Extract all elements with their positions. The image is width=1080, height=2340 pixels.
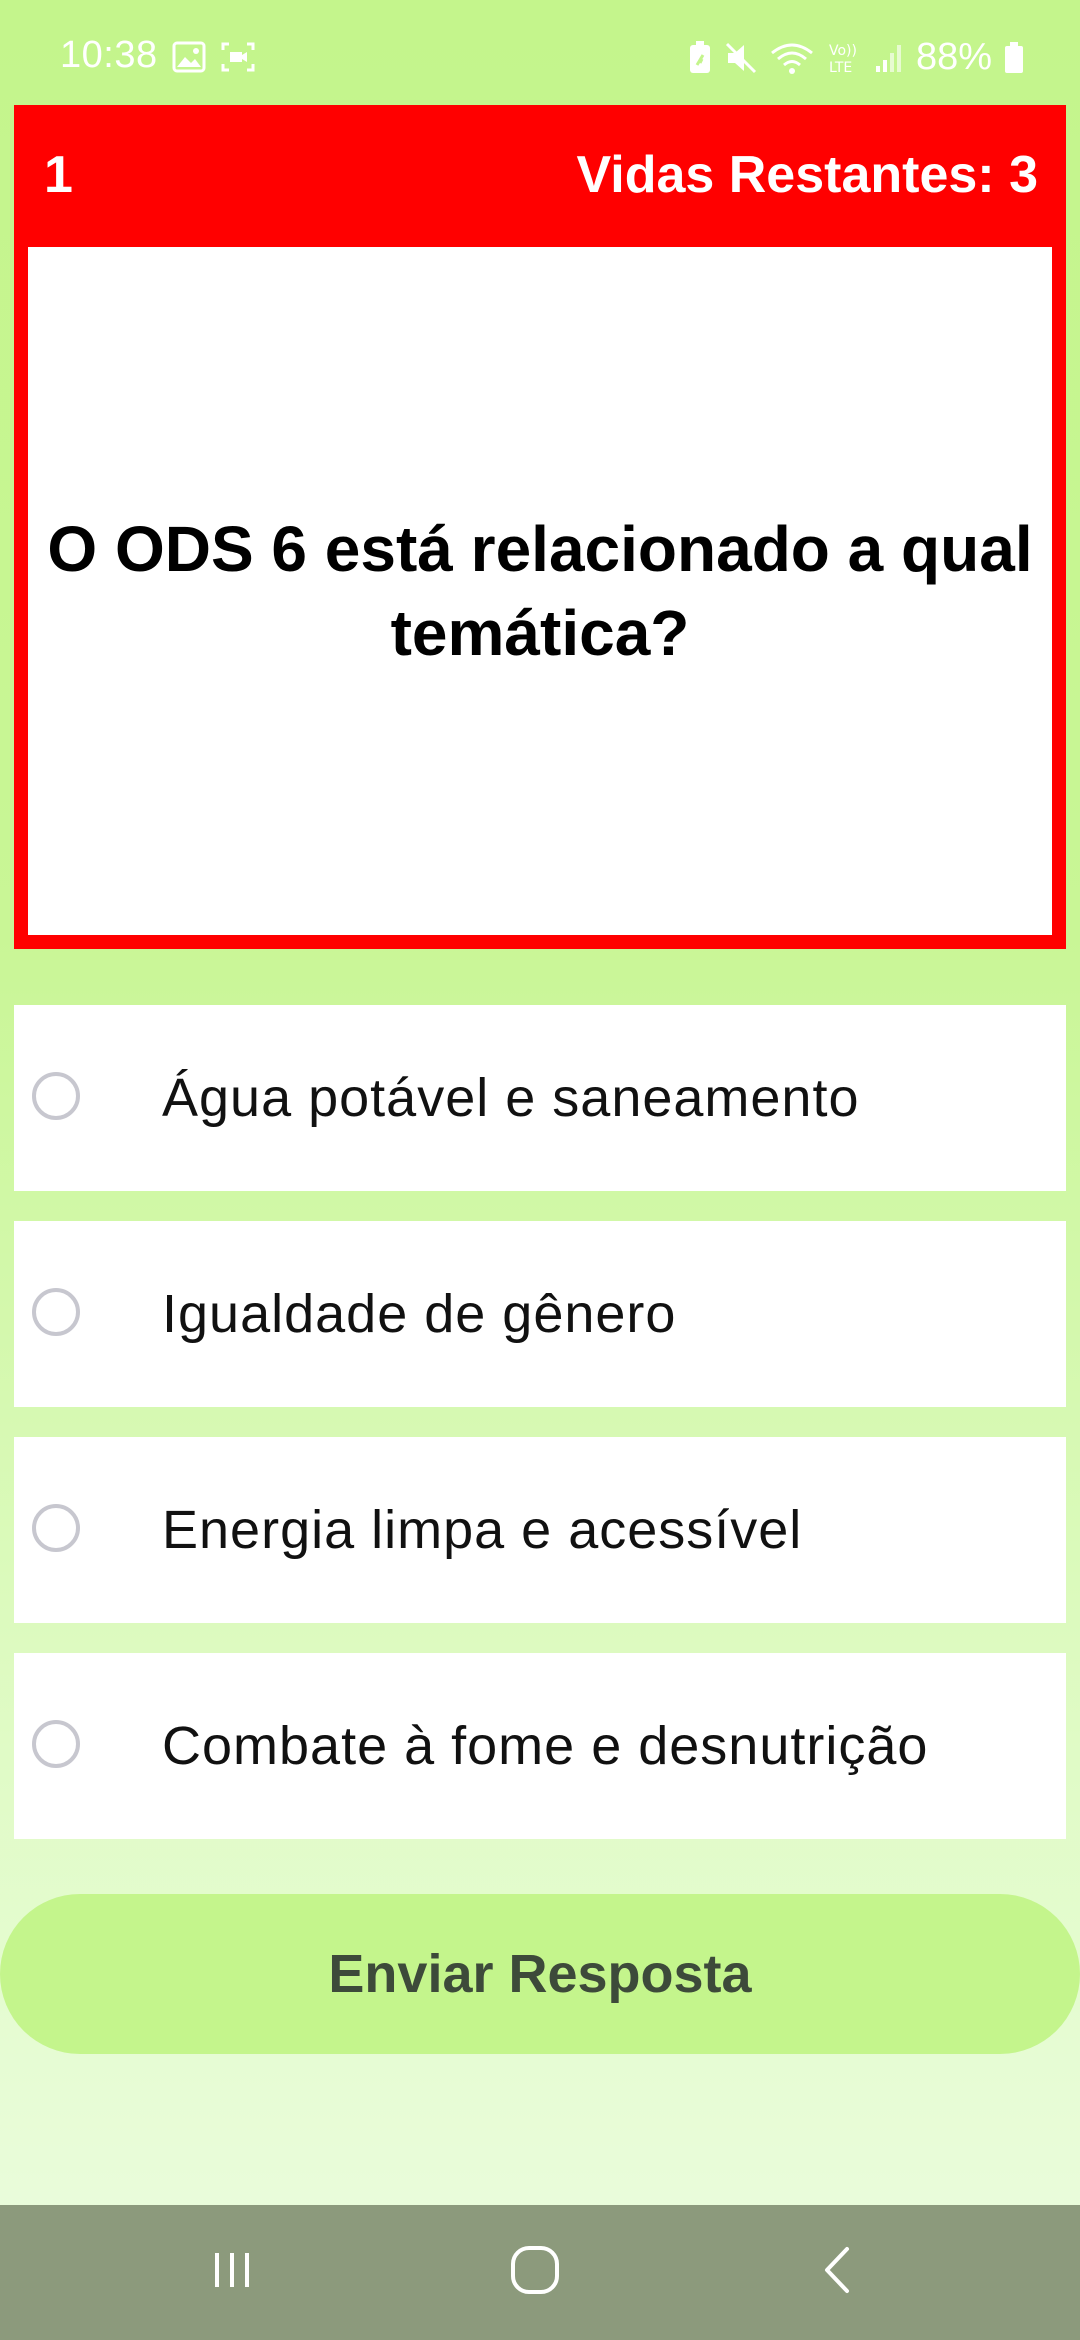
option-label: Energia limpa e acessível	[162, 1500, 803, 1560]
svg-text:Vo)): Vo))	[829, 43, 857, 59]
answer-option[interactable]: Igualdade de gênero	[14, 1221, 1066, 1407]
mute-icon	[724, 41, 758, 75]
answer-option[interactable]: Combate à fome e desnutrição	[14, 1653, 1066, 1839]
radio-button[interactable]	[32, 1288, 80, 1336]
answer-option[interactable]: Energia limpa e acessível	[14, 1437, 1066, 1623]
recent-apps-button[interactable]	[132, 2205, 332, 2340]
volte-icon: Vo)) LTE	[826, 40, 862, 76]
quiz-header: 1 Vidas Restantes: 3	[14, 105, 1066, 245]
question-card: O ODS 6 está relacionado a qual temática…	[14, 245, 1066, 949]
question-panel: O ODS 6 está relacionado a qual temática…	[28, 247, 1052, 935]
home-button[interactable]	[435, 2205, 635, 2340]
status-bar: 10:38 Vo)) LTE 88%	[0, 0, 1080, 100]
back-button[interactable]	[738, 2205, 938, 2340]
radio-button[interactable]	[32, 1504, 80, 1552]
battery-saver-icon	[688, 40, 712, 75]
submit-button-label: Enviar Resposta	[328, 1944, 752, 2004]
score-counter: 1	[44, 146, 73, 204]
status-right-icons: Vo)) LTE 88%	[688, 36, 1024, 79]
status-time: 10:38	[60, 34, 158, 76]
recent-apps-icon	[207, 2245, 257, 2300]
image-icon	[172, 40, 206, 83]
signal-icon	[874, 42, 904, 74]
answer-option[interactable]: Água potável e saneamento	[14, 1005, 1066, 1191]
back-icon	[813, 2243, 863, 2302]
battery-percentage: 88%	[915, 36, 992, 78]
wifi-icon	[770, 41, 814, 75]
option-label: Igualdade de gênero	[162, 1284, 677, 1344]
option-label: Combate à fome e desnutrição	[162, 1716, 929, 1776]
status-left-icons	[172, 40, 256, 83]
radio-button[interactable]	[32, 1720, 80, 1768]
radio-button[interactable]	[32, 1072, 80, 1120]
submit-answer-button[interactable]: Enviar Resposta	[0, 1894, 1080, 2054]
battery-icon	[1004, 41, 1024, 74]
navigation-bar	[0, 2205, 1080, 2340]
option-label: Água potável e saneamento	[162, 1068, 860, 1128]
svg-text:LTE: LTE	[829, 60, 852, 76]
screen-record-icon	[220, 40, 256, 83]
lives-remaining: Vidas Restantes: 3	[576, 146, 1038, 204]
home-icon	[508, 2243, 562, 2302]
question-text: O ODS 6 está relacionado a qual temática…	[47, 513, 1033, 669]
